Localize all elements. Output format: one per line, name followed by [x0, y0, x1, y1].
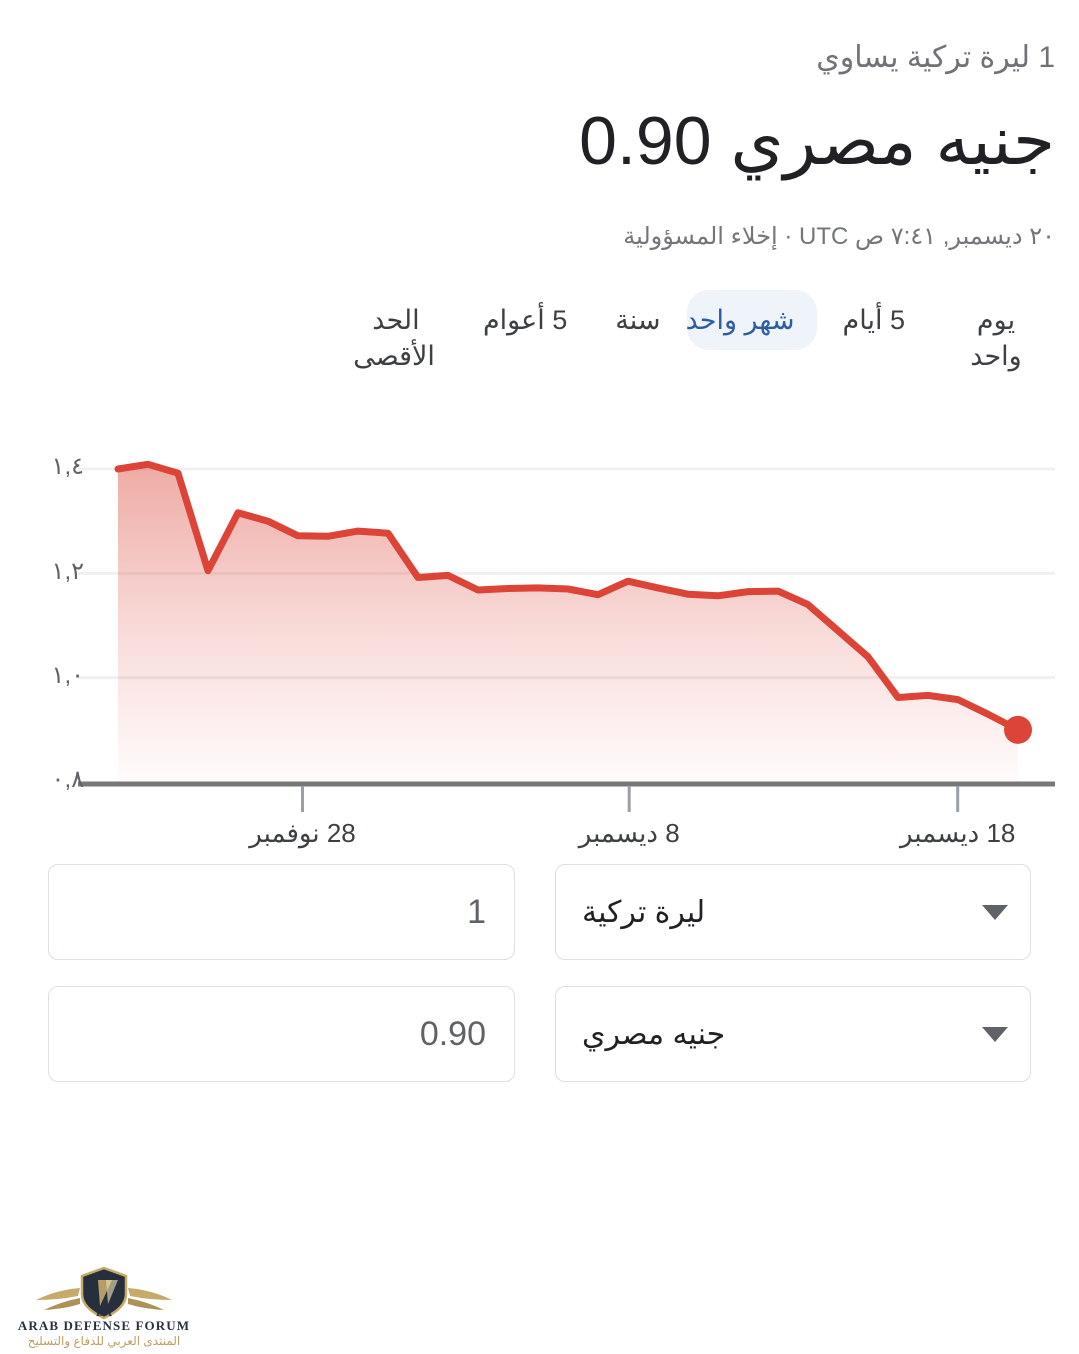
- y-tick-label-4: ٠,٨: [51, 766, 84, 794]
- to-amount-input[interactable]: 0.90: [48, 986, 515, 1083]
- from-amount-value: 1: [467, 892, 486, 931]
- x-tick-label-1: 28 نوفمبر: [249, 818, 356, 849]
- from-currency-select[interactable]: ليرة تركية: [555, 864, 1031, 961]
- chart-end-marker: [1004, 716, 1032, 745]
- from-currency-label: ليرة تركية: [582, 895, 706, 929]
- chart-area-fill: [118, 464, 1018, 783]
- chevron-down-icon: [982, 904, 1008, 920]
- converter-row-to: جنيه مصري 0.90: [48, 986, 1031, 1083]
- tab-max[interactable]: الحد الأقصى: [335, 290, 457, 387]
- to-amount-value: 0.90: [419, 1014, 486, 1053]
- range-tabs: يوم واحد 5 أيام شهر واحد سنة 5 أعوام الح…: [0, 254, 1079, 387]
- tab-one-month[interactable]: شهر واحد: [686, 289, 817, 351]
- chevron-down-icon: [982, 1026, 1008, 1042]
- converter-row-from: ليرة تركية 1: [48, 864, 1031, 961]
- forum-watermark: DA ARAB DEFENSE FORUM المنتدى العربي للد…: [6, 1266, 202, 1350]
- tab-one-year[interactable]: سنة: [593, 290, 682, 350]
- from-amount-input[interactable]: 1: [48, 864, 515, 961]
- quote-subtitle: 1 ليرة تركية يساوي: [816, 41, 1055, 74]
- shield-crest-icon: DA: [36, 1266, 172, 1320]
- y-tick-label-2: ١,٢: [51, 557, 84, 585]
- svg-text:DA: DA: [96, 1307, 112, 1319]
- exchange-rate-chart[interactable]: ١,٤ ١,٢ ١,٠ ٠,٨ 28 نوفمبر 8 ديسمبر 18 دي…: [0, 404, 1079, 864]
- y-tick-label-3: ١,٠: [51, 662, 84, 690]
- to-currency-select[interactable]: جنيه مصري: [555, 986, 1031, 1083]
- y-tick-label-1: ١,٤: [51, 453, 84, 481]
- quote-timestamp: ٢٠ ديسمبر, ٧:٤١ ص UTC: [799, 223, 1055, 250]
- quote-meta: ٢٠ ديسمبر, ٧:٤١ ص UTC · إخلاء المسؤولية: [24, 184, 1055, 254]
- tab-one-day[interactable]: يوم واحد: [931, 290, 1061, 387]
- quote-main-value: جنيه مصري 0.90: [24, 77, 1055, 184]
- chart-x-ticks: [301, 786, 960, 813]
- quote-header: 1 ليرة تركية يساوي جنيه مصري 0.90 ٢٠ ديس…: [0, 0, 1079, 254]
- tab-five-days[interactable]: 5 أيام: [821, 290, 928, 350]
- quote-currency-name: جنيه مصري: [730, 103, 1055, 179]
- watermark-line1: ARAB DEFENSE FORUM: [17, 1318, 191, 1333]
- x-tick-label-2: 8 ديسمبر: [578, 818, 680, 849]
- to-currency-label: جنيه مصري: [582, 1017, 726, 1051]
- x-tick-label-3: 18 ديسمبر: [899, 818, 1016, 849]
- meta-separator: ·: [784, 223, 793, 250]
- watermark-line2: المنتدى العربي للدفاع والتسليح: [27, 1334, 181, 1348]
- disclaimer-link[interactable]: إخلاء المسؤولية: [623, 223, 777, 250]
- currency-converter: ليرة تركية 1 جنيه مصري 0.90: [0, 864, 1079, 1083]
- tab-five-years[interactable]: 5 أعوام: [461, 290, 589, 350]
- quote-value: 0.90: [579, 103, 712, 179]
- chart-canvas: [78, 461, 1055, 813]
